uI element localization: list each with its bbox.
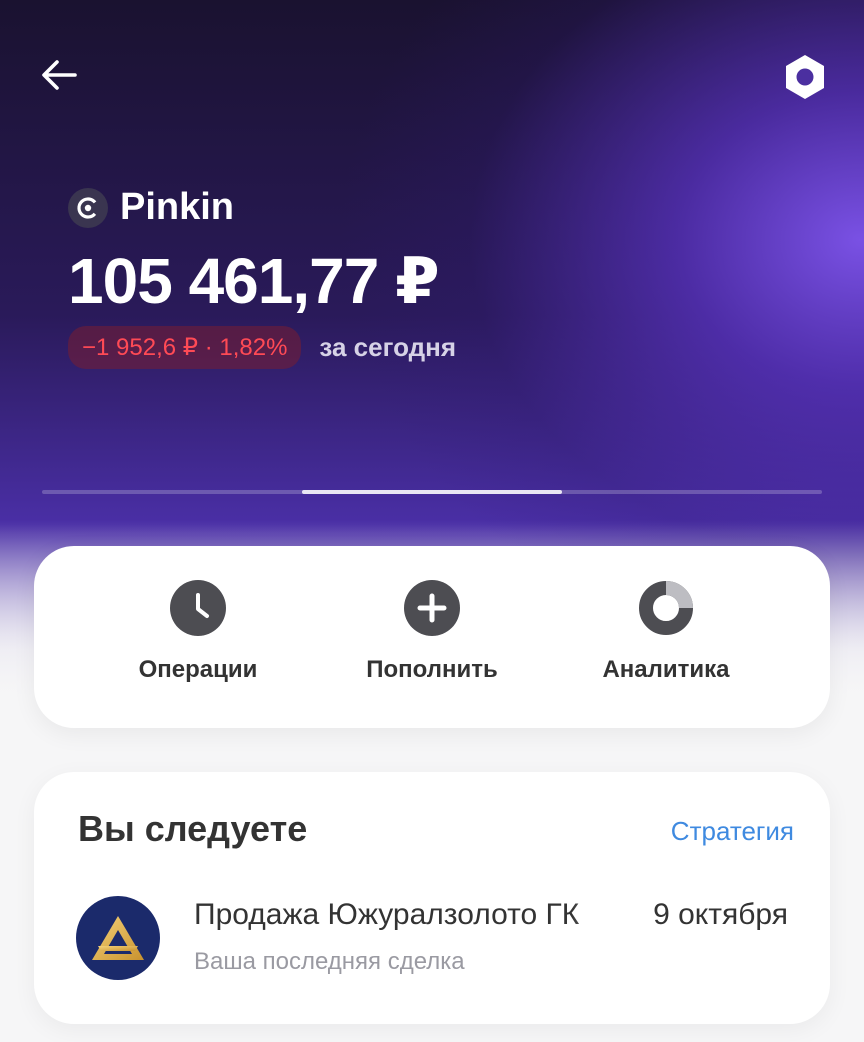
broker-logo-icon: [68, 187, 108, 228]
following-title: Вы следуете: [78, 808, 308, 849]
clock-icon: [170, 580, 226, 636]
daily-change-badge: −1 952,6 ₽ · 1,82%: [68, 326, 302, 369]
account-title[interactable]: Pinkin: [68, 186, 234, 229]
hexagon-settings-icon: [786, 55, 824, 99]
account-name: Pinkin: [120, 186, 235, 228]
following-card: Вы следуете Стратегия Продажа Южуралзоло…: [34, 772, 830, 1024]
last-deal-date: 9 октября: [653, 898, 788, 931]
plus-icon: [404, 580, 460, 636]
strategy-link[interactable]: Стратегия: [671, 816, 794, 847]
last-deal-subtitle: Ваша последняя сделка: [194, 948, 465, 975]
donut-chart-icon: [638, 580, 694, 636]
account-balance: 105 461,77 ₽: [68, 245, 440, 317]
analytics-button[interactable]: Аналитика: [566, 580, 766, 728]
company-logo-icon: [76, 896, 160, 980]
analytics-label: Аналитика: [602, 656, 730, 683]
daily-change: −1 952,6 ₽ · 1,82% за сегодня: [68, 326, 456, 369]
operations-button[interactable]: Операции: [98, 580, 298, 728]
back-button[interactable]: [36, 52, 82, 98]
operations-label: Операции: [138, 656, 258, 683]
top-up-button[interactable]: Пополнить: [332, 580, 532, 728]
page-indicator-active: [302, 490, 562, 494]
actions-card: Операции Пополнить Аналитика: [34, 546, 830, 728]
last-deal-title[interactable]: Продажа Южуралзолото ГК: [194, 898, 624, 932]
top-up-label: Пополнить: [366, 656, 498, 683]
daily-change-period: за сегодня: [319, 332, 456, 362]
settings-button[interactable]: [778, 50, 832, 104]
arrow-left-icon: [42, 60, 77, 90]
